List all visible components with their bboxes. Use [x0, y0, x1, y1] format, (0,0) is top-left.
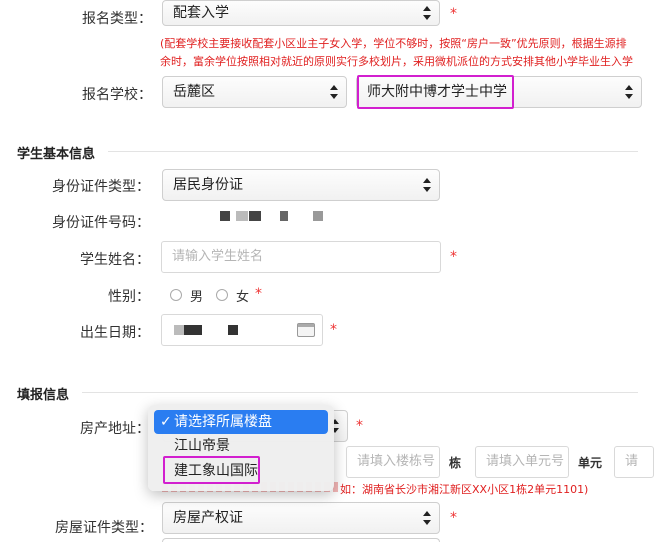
select-arrows-icon	[423, 511, 431, 525]
section-divider	[108, 151, 638, 152]
registration-type-value: 配套入学	[173, 5, 229, 21]
dropdown-option-label: 江山帝景	[174, 438, 230, 454]
student-name-label: 学生姓名：	[80, 252, 150, 268]
required-mark: *	[255, 286, 262, 302]
required-mark: *	[356, 418, 363, 434]
birth-date-input[interactable]	[161, 314, 323, 346]
section-divider	[82, 392, 638, 393]
birth-date-label: 出生日期：	[80, 325, 150, 341]
id-number-label: 身份证件号码：	[52, 215, 150, 231]
dropdown-option-placeholder[interactable]: ✓ 请选择所属楼盘	[154, 410, 328, 434]
select-arrows-icon	[330, 85, 338, 99]
next-select-partial[interactable]	[162, 538, 440, 542]
cert-type-label: 房屋证件类型：	[55, 520, 153, 536]
dropdown-option-jiangshan[interactable]: 江山帝景	[154, 434, 328, 458]
gender-female-label: 女	[236, 290, 250, 305]
gender-male-label: 男	[190, 290, 204, 305]
gender-label: 性别：	[108, 289, 150, 305]
school-label: 报名学校：	[82, 87, 152, 103]
notice-line-2: 余时，富余学位按照相对就近的原则实行多校划片，采用微机派位的方式安排其他小学毕业…	[160, 55, 633, 68]
property-address-label: 房产地址：	[80, 421, 150, 437]
required-mark: *	[330, 322, 337, 338]
required-mark: *	[450, 249, 457, 265]
dropdown-option-label: 请选择所属楼盘	[174, 414, 272, 430]
id-type-value: 居民身份证	[173, 177, 243, 193]
building-unit-label: 栋	[449, 456, 462, 470]
room-number-input[interactable]: 请	[614, 446, 654, 478]
gender-female-radio[interactable]	[216, 289, 228, 301]
unit-number-input[interactable]: 请填入单元号	[475, 446, 569, 478]
fill-section-title: 填报信息	[17, 388, 70, 403]
unit-unit-label: 单元	[578, 456, 603, 470]
cert-type-select[interactable]: 房屋产权证	[162, 502, 440, 534]
id-type-label: 身份证件类型：	[52, 179, 150, 195]
checkmark-icon: ✓	[160, 414, 172, 430]
gender-male-radio[interactable]	[170, 289, 182, 301]
required-mark: *	[450, 510, 457, 526]
cert-type-value: 房屋产权证	[173, 510, 243, 526]
school-highlight-box	[357, 75, 514, 109]
district-value: 岳麓区	[173, 84, 215, 100]
student-section-title: 学生基本信息	[17, 147, 96, 162]
option-highlight-box	[163, 456, 260, 484]
notice-line-1: (配套学校主要接收配套小区业主子女入学，学位不够时，按照“房户一致”优先原则，根…	[160, 37, 627, 50]
registration-type-select[interactable]: 配套入学	[162, 0, 440, 26]
address-example-text: 如：湖南省长沙市湘江新区XX小区1栋2单元1101)	[340, 483, 589, 496]
select-arrows-icon	[625, 85, 633, 99]
calendar-icon[interactable]	[297, 323, 315, 337]
registration-type-label: 报名类型：	[82, 11, 152, 27]
select-arrows-icon	[423, 178, 431, 192]
building-number-input[interactable]: 请填入楼栋号	[346, 446, 440, 478]
required-mark: *	[450, 6, 457, 22]
select-arrows-icon	[423, 6, 431, 20]
id-type-select[interactable]: 居民身份证	[162, 169, 440, 201]
student-name-input[interactable]: 请输入学生姓名	[161, 241, 441, 273]
district-select[interactable]: 岳麓区	[162, 76, 347, 108]
